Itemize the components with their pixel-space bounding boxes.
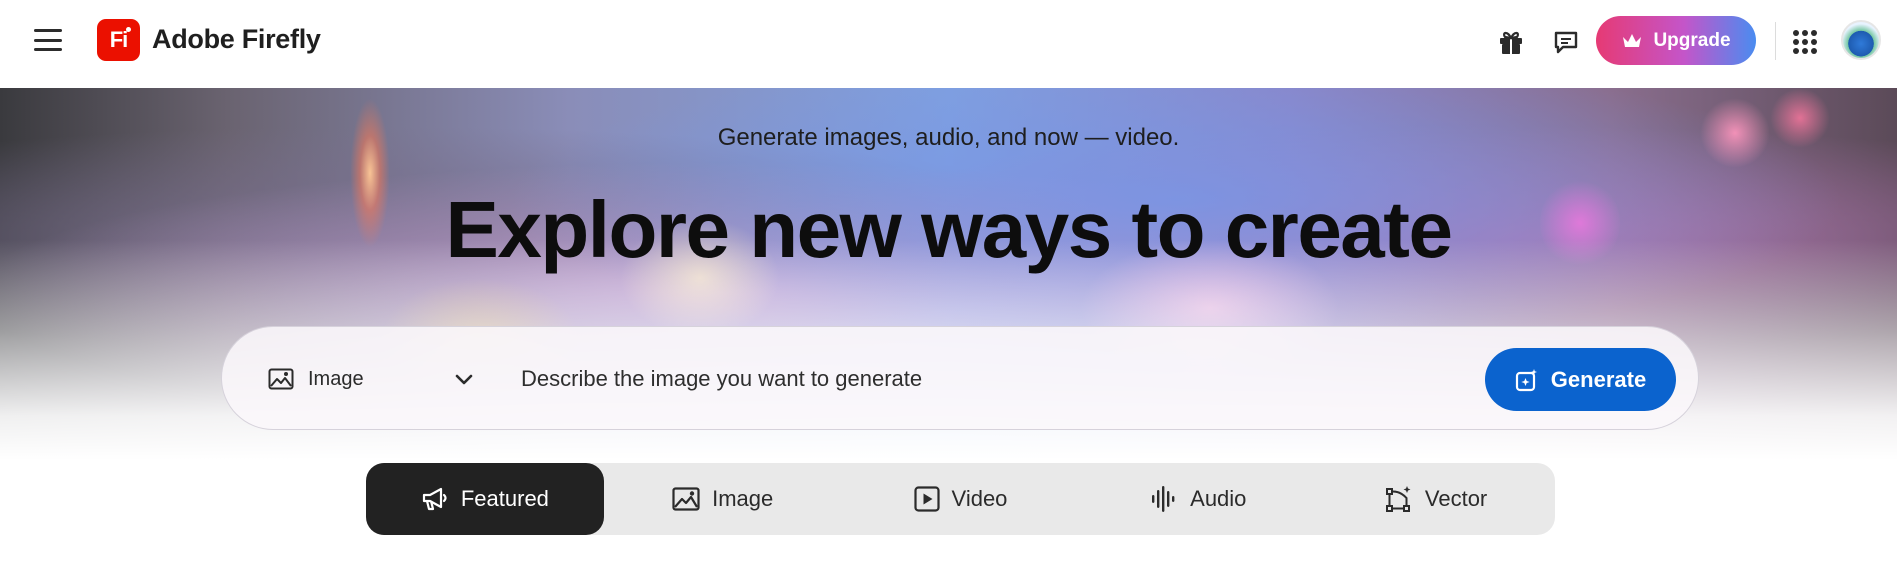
- user-avatar[interactable]: [1841, 20, 1881, 60]
- hero-title: Explore new ways to create: [445, 185, 1453, 274]
- upgrade-label: Upgrade: [1653, 29, 1731, 51]
- generate-sparkle-icon: [1515, 368, 1537, 391]
- tab-video[interactable]: Video: [842, 463, 1080, 535]
- tab-label: Vector: [1424, 486, 1488, 511]
- category-tabs: Featured Image Video Audio Vector: [366, 463, 1555, 535]
- audio-waveform-icon: [1152, 486, 1175, 512]
- tab-label: Featured: [460, 486, 549, 511]
- tab-label: Image: [712, 486, 774, 511]
- generate-label: Generate: [1550, 366, 1647, 392]
- tab-vector[interactable]: Vector: [1317, 463, 1555, 535]
- mode-label: Image: [308, 367, 364, 390]
- gift-icon[interactable]: [1493, 24, 1529, 60]
- crown-icon: [1623, 33, 1642, 47]
- logo-text: Fi: [109, 27, 129, 52]
- hamburger-menu-icon[interactable]: [34, 28, 62, 52]
- chevron-down-icon: [454, 369, 474, 389]
- prompt-input[interactable]: [521, 357, 1281, 401]
- vector-icon: [1385, 486, 1411, 512]
- firefly-logo[interactable]: Fi: [97, 19, 140, 61]
- top-header: Fi Adobe Firefly Upgrade: [0, 0, 1897, 88]
- tab-label: Audio: [1190, 486, 1247, 511]
- logo-dot: [126, 27, 131, 32]
- video-play-icon: [913, 486, 940, 512]
- tab-label: Video: [951, 486, 1008, 511]
- tab-image[interactable]: Image: [604, 463, 842, 535]
- megaphone-icon: [422, 487, 447, 511]
- upgrade-button[interactable]: Upgrade: [1596, 16, 1756, 65]
- tab-featured[interactable]: Featured: [366, 463, 604, 535]
- brand-name[interactable]: Adobe Firefly: [152, 24, 321, 55]
- feedback-chat-icon[interactable]: [1548, 24, 1584, 60]
- apps-grid-icon[interactable]: [1787, 24, 1823, 60]
- generate-button[interactable]: Generate: [1485, 348, 1676, 411]
- header-divider: [1775, 22, 1776, 60]
- prompt-bar: Image Generate: [221, 326, 1699, 430]
- hero-subtitle: Generate images, audio, and now — video.: [717, 124, 1180, 151]
- mode-select-dropdown[interactable]: Image: [268, 361, 473, 397]
- image-icon: [268, 368, 294, 390]
- image-icon: [672, 487, 700, 511]
- tab-audio[interactable]: Audio: [1079, 463, 1317, 535]
